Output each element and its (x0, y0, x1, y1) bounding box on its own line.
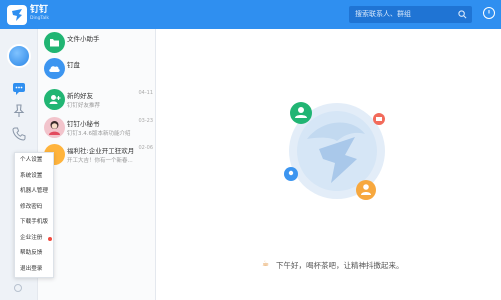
search-input[interactable]: 搜索联系人、群组 (349, 6, 472, 23)
dingtalk-logo-icon (7, 5, 27, 25)
pin-icon[interactable] (11, 103, 27, 119)
item-subtitle: 钉钉好友推荐 (67, 103, 101, 109)
list-item[interactable]: 福利社:企业开工狂欢月 开工大吉！你有一个新春... 02-06 (38, 141, 156, 169)
dingtalk-window: 钉钉 DingTalk 搜索联系人、群组 文件小助手 钉盘 新的好友 钉钉好友推… (0, 0, 501, 300)
item-time: 03-23 (138, 118, 153, 124)
status-indicator[interactable] (14, 284, 22, 292)
user-bubble-icon (356, 180, 376, 200)
settings-menu: 个人设置 系统设置 机器人管理 修改密码 下载手机版 企业注册 帮助反馈 退出登… (14, 152, 54, 278)
item-title: 新的好友 (67, 92, 93, 100)
search-icon[interactable] (458, 10, 467, 19)
item-title: 文件小助手 (67, 35, 100, 43)
cloud-icon (49, 66, 60, 72)
dingtalk-globe-illustration (284, 102, 385, 200)
my-avatar[interactable] (7, 44, 31, 68)
conversation-list: 文件小助手 钉盘 新的好友 钉钉好友推荐 04-11 钉钉小秘书 钉钉3.4.6… (38, 29, 156, 300)
menu-item-label: 企业注册 (20, 234, 43, 241)
item-subtitle: 开工大吉！你有一个新春... (67, 158, 133, 164)
list-item[interactable]: 钉盘 (38, 55, 156, 83)
list-item[interactable]: 钉钉小秘书 钉钉3.4.6版本新功能介绍 03-23 (38, 114, 156, 142)
item-title: 钉盘 (67, 61, 80, 69)
main-panel: ☕ 下午好，喝杯茶吧，让精神抖擞起来。 (157, 29, 501, 300)
person-avatar-icon (49, 121, 60, 135)
item-title: 钉钉小秘书 (67, 120, 100, 128)
list-item[interactable]: 文件小助手 (38, 29, 156, 57)
menu-item-logout[interactable]: 退出登录 (15, 262, 55, 278)
ding-drive-avatar (44, 58, 65, 79)
title-bar: 钉钉 DingTalk 搜索联系人、群组 (0, 0, 501, 29)
coffee-icon: ☕ (262, 259, 270, 268)
new-friend-avatar (44, 89, 65, 110)
search-placeholder: 搜索联系人、群组 (355, 10, 411, 18)
add-user-icon (49, 95, 61, 104)
item-time: 02-06 (138, 145, 153, 151)
notification-badge (48, 236, 52, 241)
phone-icon[interactable] (11, 126, 27, 142)
menu-item-robot-management[interactable]: 机器人管理 (15, 184, 55, 200)
item-title: 福利社:企业开工狂欢月 (67, 147, 135, 155)
file-helper-avatar (44, 32, 65, 53)
folder-icon (50, 39, 59, 47)
item-subtitle: 钉钉3.4.6版本新功能介绍 (67, 131, 131, 137)
menu-item-download-mobile[interactable]: 下载手机版 (15, 215, 55, 231)
greeting-text: 下午好，喝杯茶吧，让精神抖擞起来。 (276, 261, 404, 270)
menu-item-system-settings[interactable]: 系统设置 (15, 169, 55, 185)
menu-item-enterprise-register[interactable]: 企业注册 (15, 231, 55, 247)
secretary-avatar (44, 117, 65, 138)
menu-item-personal-settings[interactable]: 个人设置 (15, 153, 55, 169)
menu-item-help-feedback[interactable]: 帮助反馈 (15, 246, 55, 262)
app-name-en: DingTalk (30, 16, 50, 21)
app-name: 钉钉 (30, 5, 49, 15)
menu-item-change-password[interactable]: 修改密码 (15, 200, 55, 216)
window-control-icon[interactable] (482, 6, 496, 20)
item-time: 04-11 (138, 90, 153, 96)
list-item[interactable]: 新的好友 钉钉好友推荐 04-11 (38, 86, 156, 114)
message-icon[interactable] (11, 80, 27, 96)
